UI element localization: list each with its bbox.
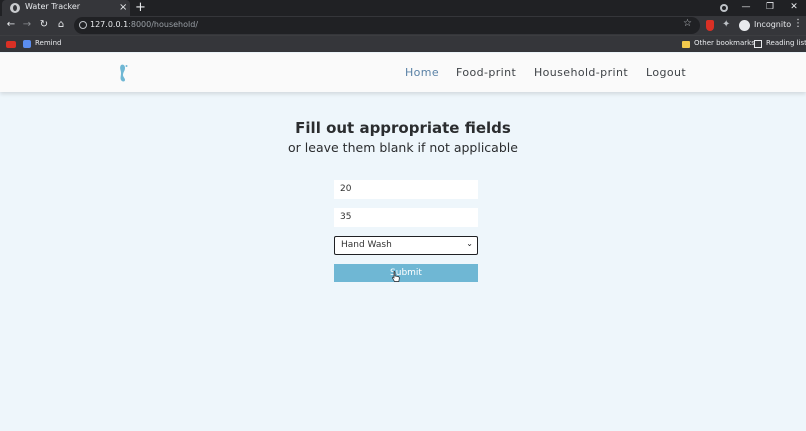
submit-button[interactable]: Submit — [334, 264, 478, 282]
footprint-logo-icon[interactable] — [118, 64, 128, 82]
select-value: Hand Wash — [341, 240, 392, 250]
site-header: Home Food-print Household-print Logout — [0, 53, 806, 92]
restore-button[interactable]: ❐ — [760, 0, 780, 16]
bookmark-other[interactable]: Other bookmarks — [694, 39, 755, 47]
browser-tab-strip: Water Tracker × + — ❐ ✕ — [0, 0, 806, 16]
incognito-profile-button[interactable]: Incognito — [737, 18, 791, 33]
browser-tab[interactable]: Water Tracker × — [2, 0, 130, 16]
nav-food-print[interactable]: Food-print — [456, 66, 516, 79]
bookmark-star-icon[interactable]: ☆ — [683, 18, 692, 29]
browser-menu-icon[interactable]: ⋮ — [793, 18, 803, 29]
bookmark-reading-list[interactable]: Reading list — [766, 39, 806, 47]
address-bar[interactable]: 127.0.0.1:8000/household/ ☆ — [74, 17, 700, 34]
youtube-bookmark-icon[interactable] — [6, 41, 16, 48]
back-button[interactable]: ← — [4, 18, 18, 32]
bookmark-remind[interactable]: Remind — [35, 39, 62, 47]
wash-type-select[interactable]: Hand Wash ⌄ — [334, 236, 478, 255]
nav-household-print[interactable]: Household-print — [534, 66, 628, 79]
incognito-label: Incognito — [754, 20, 792, 29]
reading-list-icon — [754, 40, 762, 48]
folder-icon — [682, 41, 690, 48]
hand-cursor-icon — [392, 271, 400, 282]
remind-icon — [23, 40, 31, 48]
extension-icon[interactable] — [706, 20, 714, 31]
close-window-button[interactable]: ✕ — [784, 0, 804, 16]
minimize-button[interactable]: — — [736, 0, 756, 16]
nav-logout[interactable]: Logout — [646, 66, 686, 79]
chevron-down-icon: ⌄ — [466, 239, 473, 248]
forward-button[interactable]: → — [20, 18, 34, 32]
home-button[interactable]: ⌂ — [54, 18, 68, 32]
new-tab-button[interactable]: + — [135, 0, 146, 15]
reload-button[interactable]: ↻ — [37, 18, 51, 32]
tab-title: Water Tracker — [25, 2, 81, 11]
form-subtitle: or leave them blank if not applicable — [288, 140, 518, 155]
nav-home[interactable]: Home — [405, 66, 439, 79]
bookmarks-bar: Remind Other bookmarks Reading list — [0, 35, 806, 52]
tab-close-icon[interactable]: × — [119, 1, 127, 15]
info-icon[interactable] — [79, 21, 87, 29]
form-title: Fill out appropriate fields — [295, 119, 511, 137]
incognito-icon — [739, 20, 750, 31]
extensions-puzzle-icon[interactable]: ✦ — [722, 19, 730, 30]
browser-toolbar: ← → ↻ ⌂ 127.0.0.1:8000/household/ ☆ ✦ In… — [0, 16, 806, 35]
globe-icon — [10, 3, 20, 13]
input-field-2[interactable]: 35 — [334, 208, 478, 227]
input-field-1[interactable]: 20 — [334, 180, 478, 199]
media-control-icon[interactable] — [720, 4, 728, 12]
url-text[interactable]: 127.0.0.1:8000/household/ — [90, 20, 198, 29]
